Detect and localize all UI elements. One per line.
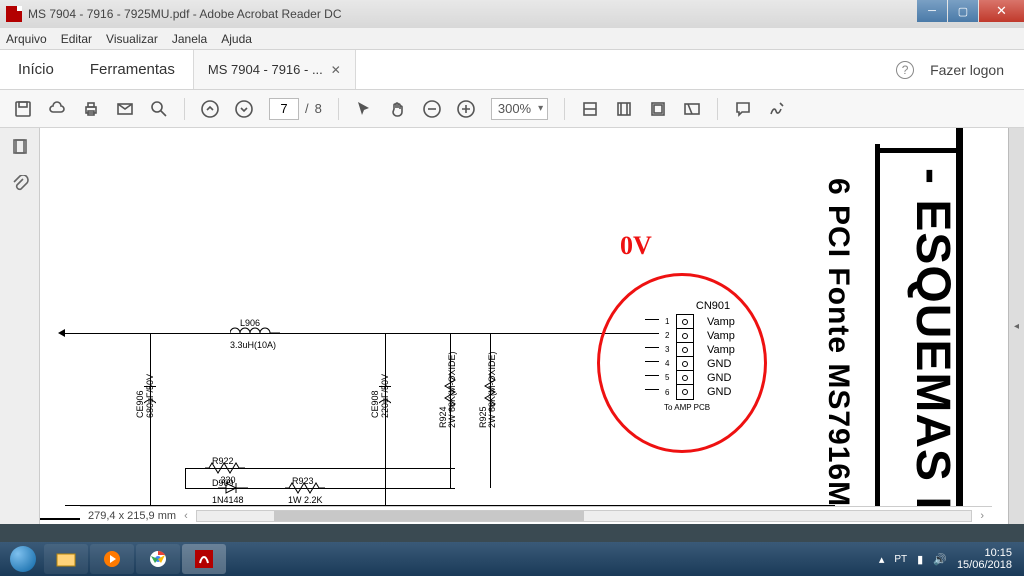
thumbnails-icon[interactable] (11, 138, 29, 161)
wire (385, 333, 386, 505)
separator (564, 98, 565, 120)
resistor-r922 (205, 462, 245, 474)
menubar: Arquivo Editar Visualizar Janela Ajuda (0, 28, 1024, 50)
page-sep: / (305, 101, 309, 116)
page-border (875, 144, 880, 524)
annotation-circle (597, 273, 767, 453)
cap-ce908 (379, 386, 391, 409)
menu-file[interactable]: Arquivo (6, 32, 47, 46)
window-maximize-button[interactable]: ▢ (948, 0, 978, 22)
chevron-left-icon[interactable]: ‹ (184, 510, 188, 522)
page-border (875, 148, 963, 153)
tray-network-icon[interactable]: ▮ (917, 553, 923, 566)
page-dimensions: 279,4 x 215,9 mm (88, 510, 176, 522)
menu-help[interactable]: Ajuda (221, 32, 252, 46)
pdf-status-bar: 279,4 x 215,9 mm ‹ › (80, 506, 992, 524)
view-mode-icon[interactable] (649, 100, 667, 118)
resistor-r924 (444, 373, 456, 413)
page-current-input[interactable] (269, 98, 299, 120)
print-icon[interactable] (82, 100, 100, 118)
sign-icon[interactable] (768, 100, 786, 118)
taskbar-acrobat-icon[interactable] (182, 544, 226, 574)
wire (185, 468, 186, 488)
save-icon[interactable] (14, 100, 32, 118)
tray-date: 15/06/2018 (957, 559, 1012, 571)
help-icon[interactable]: ? (896, 61, 914, 79)
inductor-l906 (230, 333, 280, 334)
tools-pane-toggle[interactable]: ◂ (1008, 128, 1024, 524)
zoom-select[interactable]: 300% (491, 98, 548, 120)
diode-d909 (218, 482, 248, 494)
top-nav: Início Ferramentas MS 7904 - 7916 - ... … (0, 50, 1024, 90)
page-total: 8 (315, 101, 322, 116)
horizontal-scrollbar[interactable] (196, 510, 973, 522)
fit-width-icon[interactable] (581, 100, 599, 118)
wire (150, 333, 151, 505)
annotation-text: 0V (620, 231, 652, 261)
separator (338, 98, 339, 120)
window-titlebar: MS 7904 - 7916 - 7925MU.pdf - Adobe Acro… (0, 0, 1024, 28)
search-icon[interactable] (150, 100, 168, 118)
taskbar-explorer-icon[interactable] (44, 544, 88, 574)
close-tab-icon[interactable]: ✕ (331, 63, 341, 77)
start-button[interactable] (4, 544, 42, 574)
window-close-button[interactable]: ✕ (979, 0, 1024, 22)
toolbar: / 8 300% (0, 90, 1024, 128)
tray-time: 10:15 (957, 547, 1012, 559)
cloud-icon[interactable] (48, 100, 66, 118)
menu-window[interactable]: Janela (172, 32, 207, 46)
bottom-left-text: DELO (46, 523, 82, 524)
read-mode-icon[interactable] (683, 100, 701, 118)
tray-volume-icon[interactable]: 🔊 (933, 553, 947, 566)
tray-lang[interactable]: PT (894, 554, 907, 565)
wire (65, 333, 655, 334)
schematic-title-2: 6 PCI Fonte MS7916M (821, 178, 855, 507)
system-tray: ▴ PT ▮ 🔊 10:15 15/06/2018 (879, 547, 1020, 571)
zoom-value: 300% (498, 101, 531, 116)
document-area: - ESQUEMAS ELÉT 6 PCI Fonte MS7916M L906… (0, 128, 1024, 524)
tray-show-hidden-icon[interactable]: ▴ (879, 553, 885, 566)
pointer-icon[interactable] (355, 100, 373, 118)
pdf-page[interactable]: - ESQUEMAS ELÉT 6 PCI Fonte MS7916M L906… (40, 128, 1008, 524)
comment-icon[interactable] (734, 100, 752, 118)
mail-icon[interactable] (116, 100, 134, 118)
d909-val: 1N4148 (212, 495, 244, 505)
fit-page-icon[interactable] (615, 100, 633, 118)
chevron-right-icon[interactable]: › (980, 510, 984, 522)
resistor-r925 (484, 373, 496, 413)
windows-taskbar: ▴ PT ▮ 🔊 10:15 15/06/2018 (0, 542, 1024, 576)
window-minimize-button[interactable]: ─ (917, 0, 947, 22)
separator (717, 98, 718, 120)
zoom-out-icon[interactable] (423, 100, 441, 118)
page-up-icon[interactable] (201, 100, 219, 118)
tray-clock[interactable]: 10:15 15/06/2018 (957, 547, 1012, 571)
attachments-icon[interactable] (11, 175, 29, 198)
separator (184, 98, 185, 120)
zoom-in-icon[interactable] (457, 100, 475, 118)
left-rail (0, 128, 40, 524)
page-down-icon[interactable] (235, 100, 253, 118)
taskbar-mediaplayer-icon[interactable] (90, 544, 134, 574)
login-link[interactable]: Fazer logon (930, 62, 1004, 78)
l906-val: 3.3uH(10A) (230, 340, 276, 350)
menu-edit[interactable]: Editar (61, 32, 92, 46)
hand-icon[interactable] (389, 100, 407, 118)
window-title: MS 7904 - 7916 - 7925MU.pdf - Adobe Acro… (28, 7, 342, 21)
nav-home[interactable]: Início (0, 50, 72, 89)
page-number-box: / 8 (269, 98, 322, 120)
l906-ref: L906 (240, 318, 260, 328)
document-tab-label: MS 7904 - 7916 - ... (208, 62, 323, 77)
cap-ce906 (144, 386, 156, 409)
taskbar-chrome-icon[interactable] (136, 544, 180, 574)
document-tab[interactable]: MS 7904 - 7916 - ... ✕ (193, 50, 356, 89)
pdf-file-icon (6, 6, 22, 22)
menu-view[interactable]: Visualizar (106, 32, 158, 46)
nav-tools[interactable]: Ferramentas (72, 50, 193, 89)
schematic-title-1: - ESQUEMAS ELÉT (905, 168, 960, 524)
r923-val: 1W 2.2K (288, 495, 323, 505)
arrow-icon (58, 329, 65, 337)
resistor-r923 (285, 482, 325, 494)
